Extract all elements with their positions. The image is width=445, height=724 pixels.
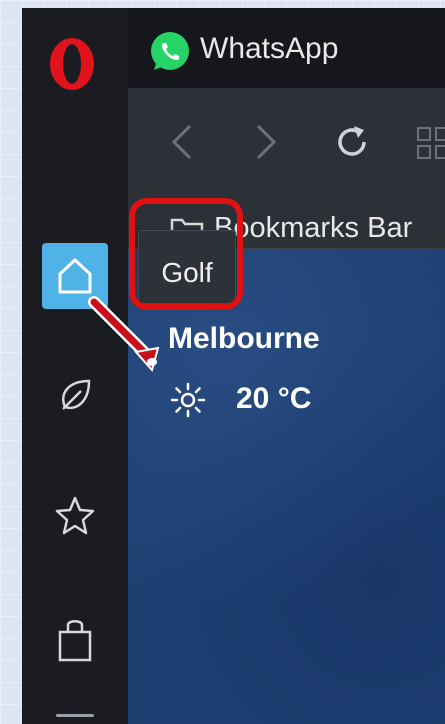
- weather-city: Melbourne: [168, 322, 320, 355]
- star-icon: [55, 496, 95, 535]
- opera-logo-icon[interactable]: [46, 36, 98, 92]
- reload-button[interactable]: [330, 120, 374, 164]
- reload-icon: [338, 126, 366, 156]
- sidebar-divider: [56, 714, 94, 717]
- speed-dial-page: [128, 249, 445, 724]
- leaf-icon: [62, 379, 91, 410]
- grid-icon: [417, 127, 445, 159]
- sidebar: [22, 8, 128, 724]
- sun-icon: [170, 382, 206, 418]
- shopping-bag-icon: [58, 620, 92, 662]
- sidebar-item-leaf[interactable]: [50, 370, 100, 420]
- forward-icon: [256, 124, 277, 160]
- forward-button[interactable]: [246, 120, 286, 164]
- highlight-box: [129, 198, 243, 310]
- home-icon: [58, 258, 92, 294]
- speed-dial-button[interactable]: [416, 126, 445, 160]
- back-icon: [171, 124, 192, 160]
- bookmarks-bar-label[interactable]: Bookmarks Bar: [214, 212, 412, 245]
- browser-window: WhatsApp Bookmarks Bar Melbourne 20 °C: [22, 8, 445, 724]
- back-button[interactable]: [162, 120, 202, 164]
- whatsapp-icon: [151, 32, 189, 70]
- sidebar-item-home[interactable]: [42, 243, 108, 309]
- weather-temperature: 20 °C: [236, 382, 312, 415]
- tab-whatsapp[interactable]: WhatsApp: [200, 32, 338, 66]
- sidebar-item-favorites[interactable]: [50, 491, 100, 541]
- sidebar-item-shopping[interactable]: [50, 612, 100, 668]
- tab-strip: WhatsApp: [128, 8, 445, 88]
